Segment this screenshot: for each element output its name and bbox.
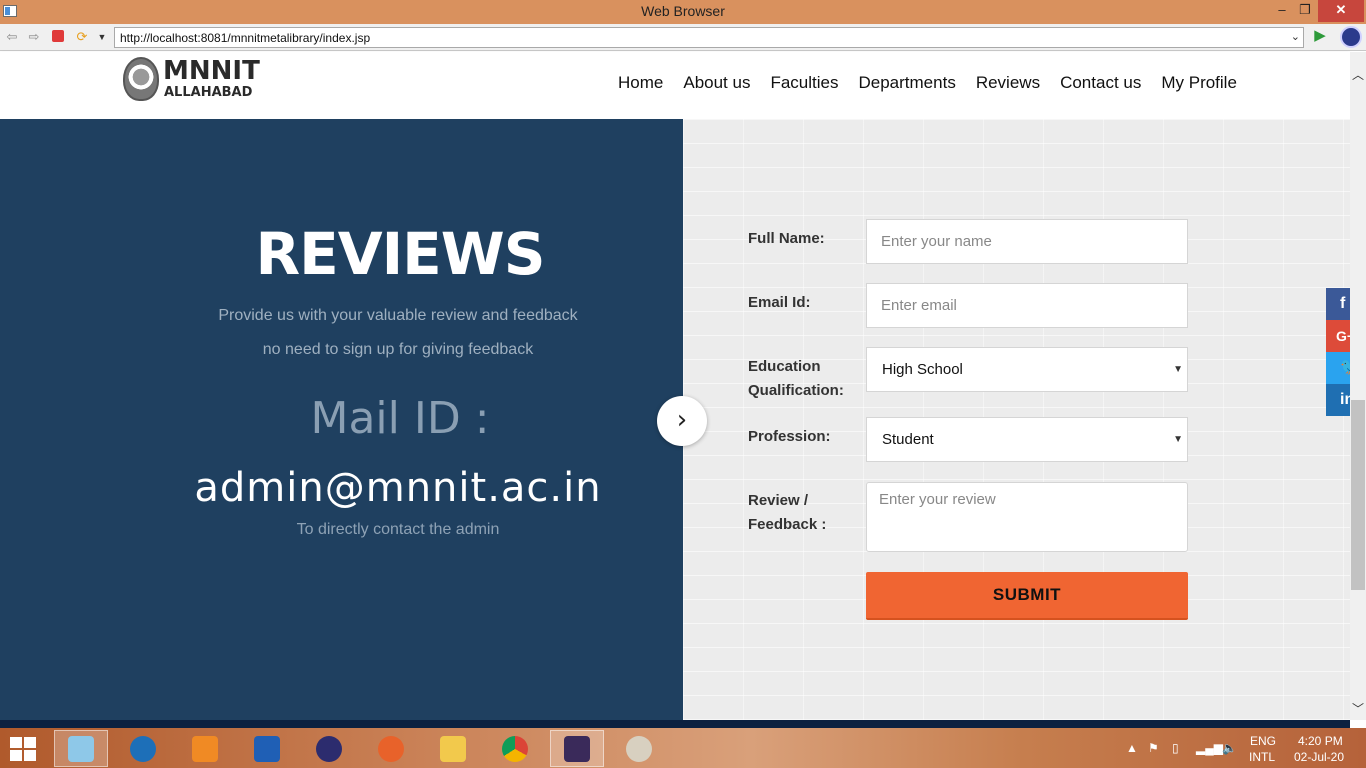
taskbar-chrome-app[interactable]: [488, 730, 542, 767]
folder-icon: [440, 735, 466, 762]
taskbar-pdf-app[interactable]: [178, 730, 232, 767]
taskbar-java-ee-ide-app[interactable]: [550, 730, 604, 767]
site-header: MNNIT ALLAHABAD Home About us Faculties …: [0, 52, 1350, 107]
maximize-button[interactable]: ❐: [1291, 0, 1319, 22]
start-tile-icon: [10, 737, 22, 748]
footer-strip: [0, 720, 1350, 728]
admin-email-address: admin@mnnit.ac.in: [194, 465, 602, 511]
nav-contact-us[interactable]: Contact us: [1050, 72, 1151, 94]
chevron-down-icon[interactable]: ⌄: [1291, 30, 1300, 43]
reviews-heading: REVIEWS: [255, 220, 545, 288]
scroll-up-icon[interactable]: ︿: [1351, 66, 1365, 82]
nav-faculties[interactable]: Faculties: [760, 72, 848, 94]
chrome-icon: [502, 735, 528, 762]
reviews-subtext-1: Provide us with your valuable review and…: [218, 307, 578, 324]
browser-toolbar: ⇦ ⇨ ⟳ ▼ http://localhost:8081/mnnitmetal…: [0, 24, 1366, 51]
nav-about-us[interactable]: About us: [673, 72, 760, 94]
input-language[interactable]: ENG: [1250, 734, 1276, 749]
taskbar-notepad-app[interactable]: [54, 730, 108, 767]
profession-label: Profession:: [748, 428, 831, 445]
pdf-reader-icon: [192, 735, 218, 762]
eclipse-icon: [316, 735, 342, 762]
battery-icon[interactable]: ▯: [1172, 741, 1179, 755]
scrollbar-thumb[interactable]: [1351, 400, 1365, 590]
reviews-subtext-2: no need to sign up for giving feedback: [262, 341, 534, 358]
refresh-icon[interactable]: ⟳: [74, 29, 90, 45]
education-selected-value: High School: [882, 361, 963, 378]
address-bar[interactable]: http://localhost:8081/mnnitmetalibrary/i…: [114, 27, 1304, 48]
profession-select[interactable]: Student ▼: [866, 417, 1188, 462]
keyboard-layout[interactable]: INTL: [1249, 750, 1275, 765]
windows-start-button[interactable]: [10, 737, 38, 761]
scroll-down-icon[interactable]: ﹀: [1351, 700, 1365, 716]
nav-departments[interactable]: Departments: [849, 72, 966, 94]
education-label-line1: Education: [748, 358, 821, 375]
dropdown-caret-icon: ▼: [1173, 364, 1183, 375]
review-label-line2: Feedback :: [748, 516, 827, 533]
volume-icon[interactable]: 🔈: [1222, 741, 1237, 755]
wrench-icon: [130, 735, 156, 762]
chevron-right-icon[interactable]: ›: [657, 396, 707, 446]
window-title: Web Browser: [641, 3, 725, 19]
full-name-input[interactable]: [866, 219, 1188, 264]
review-label-line1: Review /: [748, 492, 809, 509]
email-label: Email Id:: [748, 294, 811, 311]
taskbar-defender-app[interactable]: [240, 730, 294, 767]
go-icon[interactable]: ▶: [1312, 28, 1328, 44]
close-button[interactable]: ✕: [1318, 0, 1364, 22]
paint-palette-icon: [626, 735, 652, 762]
education-select[interactable]: High School ▼: [866, 347, 1188, 392]
taskbar-tools-app[interactable]: [116, 730, 170, 767]
show-hidden-icons-icon[interactable]: ▲: [1126, 741, 1138, 755]
logo-title[interactable]: MNNIT: [163, 57, 260, 85]
nav-my-profile[interactable]: My Profile: [1151, 72, 1247, 94]
java-ee-ide-icon: [564, 735, 590, 762]
start-tile-icon: [24, 750, 36, 761]
address-bar-url[interactable]: http://localhost:8081/mnnitmetalibrary/i…: [120, 31, 370, 45]
header-spacer: [0, 107, 1350, 119]
profession-selected-value: Student: [882, 431, 934, 448]
back-icon[interactable]: ⇦: [4, 29, 20, 45]
shield-icon: [254, 735, 280, 762]
action-center-flag-icon[interactable]: ⚑: [1148, 741, 1159, 755]
taskbar-paint-app[interactable]: [612, 730, 666, 767]
full-name-label: Full Name:: [748, 230, 825, 247]
logo-subtitle[interactable]: ALLAHABAD: [164, 86, 252, 100]
start-tile-icon: [10, 750, 22, 761]
clock-date[interactable]: 02-Jul-20: [1294, 750, 1344, 765]
dropdown-caret-icon: ▼: [1173, 434, 1183, 445]
nav-reviews[interactable]: Reviews: [966, 72, 1050, 94]
submit-button[interactable]: SUBMIT: [866, 572, 1188, 620]
clock-time[interactable]: 4:20 PM: [1298, 734, 1343, 749]
review-textarea[interactable]: [866, 482, 1188, 552]
taskbar-eclipse-app[interactable]: [302, 730, 356, 767]
notepad-icon: [68, 735, 94, 762]
stop-icon[interactable]: [52, 30, 64, 42]
mnnit-emblem-logo[interactable]: [123, 57, 159, 101]
taskbar-explorer-app[interactable]: [426, 730, 480, 767]
start-tile-icon: [24, 737, 36, 748]
taskbar-firefox-app[interactable]: [364, 730, 418, 767]
forward-icon[interactable]: ⇨: [26, 29, 42, 45]
main-nav: Home About us Faculties Departments Revi…: [608, 72, 1247, 94]
nav-home[interactable]: Home: [608, 72, 673, 94]
education-label-line2: Qualification:: [748, 382, 844, 399]
email-input[interactable]: [866, 283, 1188, 328]
contact-admin-note: To directly contact the admin: [296, 521, 500, 538]
eclipse-icon[interactable]: [1340, 26, 1362, 48]
window-titlebar: Web Browser ‒ ❐ ✕: [0, 0, 1366, 24]
history-dropdown-icon[interactable]: ▼: [94, 29, 110, 45]
firefox-icon: [378, 735, 404, 762]
network-signal-icon[interactable]: ▂▄▆: [1196, 741, 1223, 755]
page-scrollbar[interactable]: [1350, 52, 1366, 720]
